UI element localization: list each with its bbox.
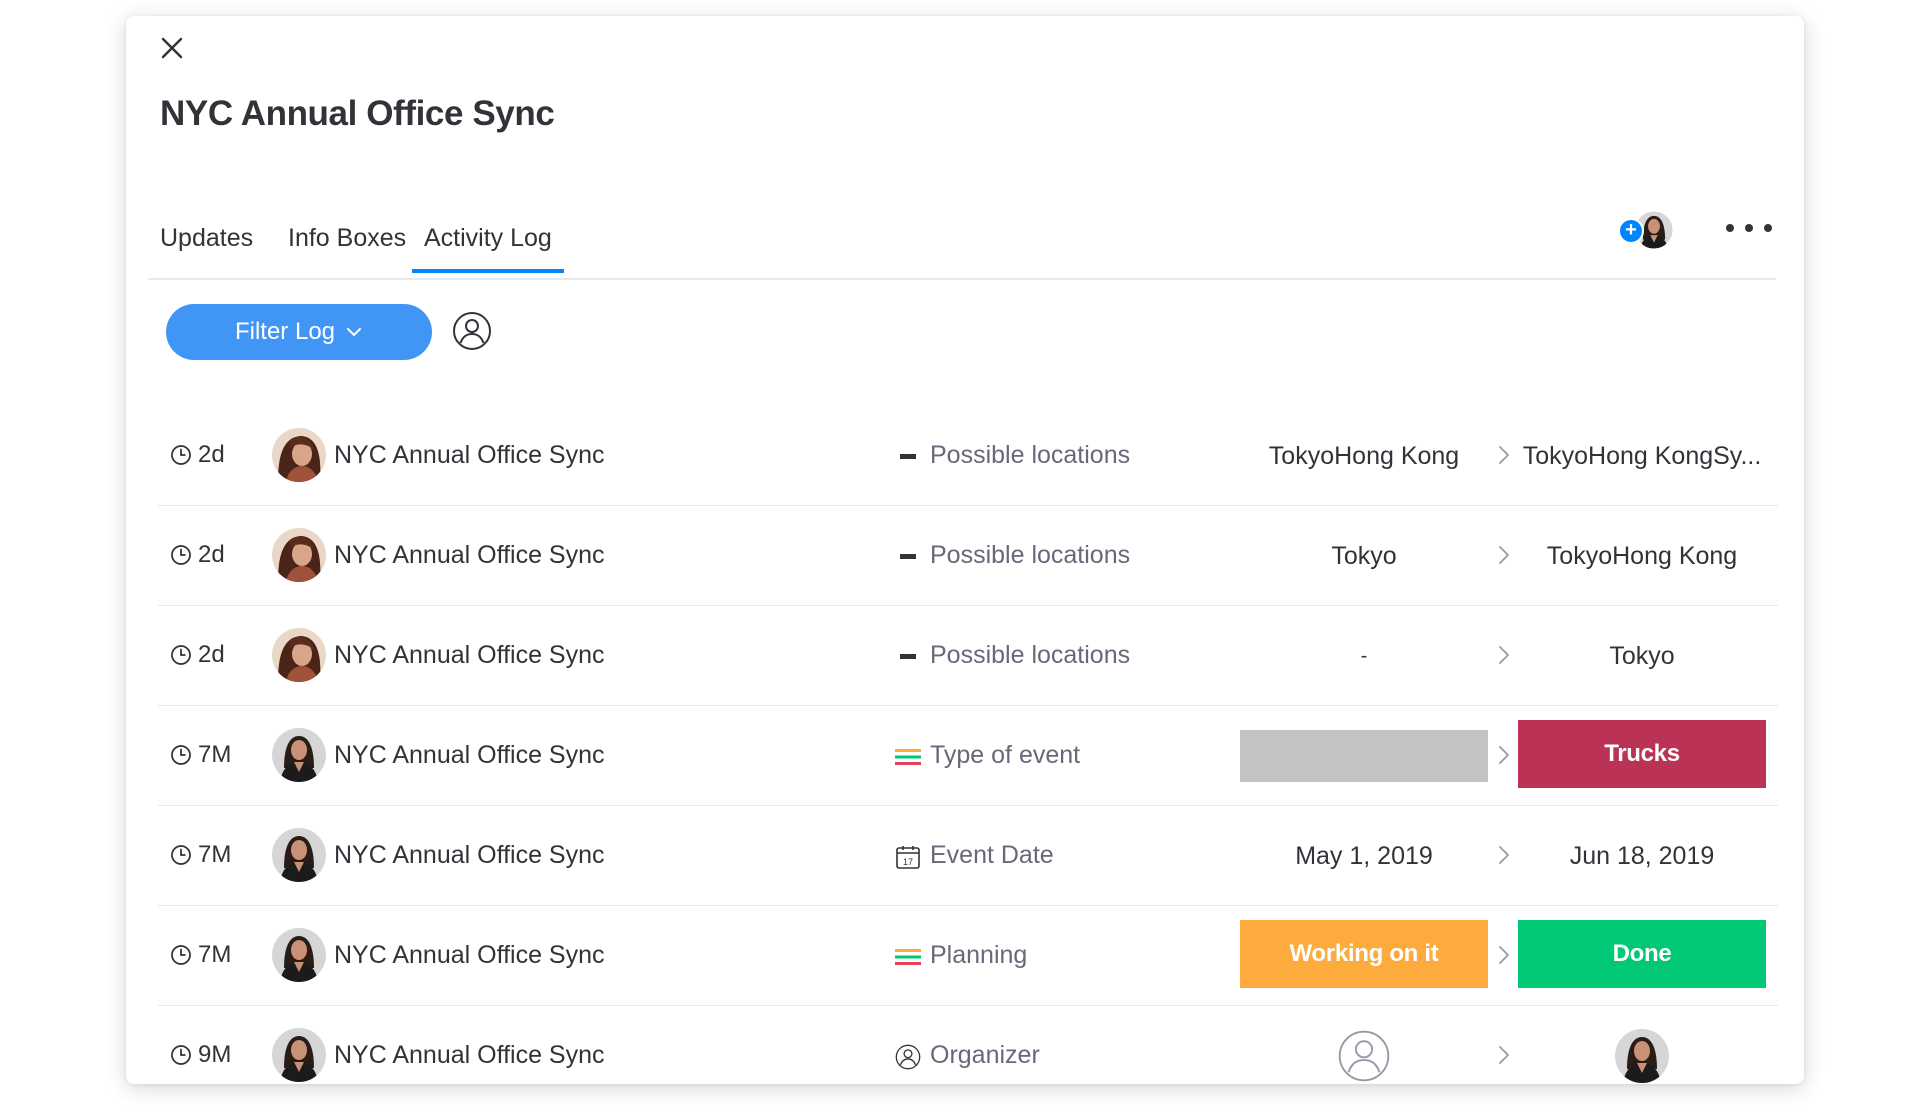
activity-row[interactable]: 7M NYC Annual Office Sync 17 Event Date …: [158, 806, 1778, 906]
old-value-empty-person: [1240, 1028, 1488, 1084]
tab-info-boxes[interactable]: Info Boxes: [276, 224, 418, 271]
activity-time: 7M: [170, 841, 231, 869]
avatar: [272, 428, 326, 482]
chevron-right-icon: [1494, 744, 1514, 766]
tab-updates[interactable]: Updates: [148, 224, 265, 271]
activity-row[interactable]: 7M NYC Annual Office Sync Planning Worki…: [158, 906, 1778, 1006]
clock-icon: [170, 844, 192, 866]
new-value: Tokyo: [1609, 641, 1675, 670]
avatar: [272, 1028, 326, 1082]
activity-row[interactable]: 2d NYC Annual Office Sync Possible locat…: [158, 506, 1778, 606]
old-value: -: [1360, 644, 1368, 667]
status-icon: [894, 943, 922, 971]
old-value: May 1, 2019: [1295, 841, 1433, 870]
activity-time: 2d: [170, 541, 225, 569]
text-icon: [894, 543, 922, 571]
avatar: [272, 728, 326, 782]
avatar: [272, 928, 326, 982]
old-value: Tokyo: [1331, 541, 1397, 570]
chevron-right-icon: [1494, 844, 1514, 866]
column-name: Possible locations: [930, 541, 1131, 569]
activity-row[interactable]: 7M NYC Annual Office Sync Type of event …: [158, 706, 1778, 806]
item-name[interactable]: NYC Annual Office Sync: [334, 441, 605, 470]
status-icon: [894, 743, 922, 771]
tab-activity-log[interactable]: Activity Log: [412, 224, 564, 273]
avatar: [272, 528, 326, 582]
clock-icon: [170, 544, 192, 566]
filter-log-label: Filter Log: [234, 318, 336, 345]
time-label: 2d: [198, 641, 225, 668]
time-label: 7M: [198, 841, 232, 868]
item-name[interactable]: NYC Annual Office Sync: [334, 841, 605, 870]
new-status-label: Done: [1518, 920, 1766, 988]
clock-icon: [170, 444, 192, 466]
activity-log-list: 2d NYC Annual Office Sync Possible locat…: [158, 406, 1778, 1105]
person-filter-icon[interactable]: [452, 311, 492, 351]
plus-icon: +: [1618, 218, 1644, 244]
chevron-right-icon: [1494, 1044, 1514, 1066]
activity-row[interactable]: 2d NYC Annual Office Sync Possible locat…: [158, 606, 1778, 706]
time-label: 7M: [198, 741, 232, 768]
subscribers-button[interactable]: +: [1618, 206, 1682, 254]
activity-time: 2d: [170, 441, 225, 469]
new-value: TokyoHong Kong: [1546, 541, 1738, 570]
tab-bar: Updates Info Boxes Activity Log: [148, 212, 1776, 280]
chevron-right-icon: [1494, 444, 1514, 466]
activity-time: 7M: [170, 941, 231, 969]
chevron-right-icon: [1494, 944, 1514, 966]
column-name: Possible locations: [930, 441, 1131, 469]
column-name: Planning: [930, 941, 1028, 969]
old-status-empty: [1240, 730, 1488, 782]
item-name[interactable]: NYC Annual Office Sync: [334, 741, 605, 770]
activity-row[interactable]: 9M NYC Annual Office Sync Organizer: [158, 1006, 1778, 1105]
item-name[interactable]: NYC Annual Office Sync: [334, 1041, 605, 1070]
column-name: Organizer: [930, 1041, 1040, 1069]
svg-text:17: 17: [903, 857, 913, 867]
time-label: 7M: [198, 941, 232, 968]
old-value: TokyoHong Kong: [1268, 441, 1460, 470]
new-value-person: [1518, 1028, 1766, 1084]
avatar: [1615, 1029, 1669, 1083]
activity-row[interactable]: 2d NYC Annual Office Sync Possible locat…: [158, 406, 1778, 506]
old-status-label: Working on it: [1240, 920, 1488, 988]
activity-time: 7M: [170, 741, 231, 769]
clock-icon: [170, 944, 192, 966]
column-name: Event Date: [930, 841, 1054, 869]
new-status-label: Trucks: [1518, 720, 1766, 788]
item-name[interactable]: NYC Annual Office Sync: [334, 541, 605, 570]
avatar: [272, 628, 326, 682]
item-name[interactable]: NYC Annual Office Sync: [334, 941, 605, 970]
chevron-right-icon: [1494, 644, 1514, 666]
chevron-right-icon: [1494, 544, 1514, 566]
chevron-down-icon: [347, 328, 362, 337]
text-icon: [894, 443, 922, 471]
empty-person-icon: [1338, 1030, 1390, 1082]
new-value: TokyoHong KongSy...: [1522, 441, 1762, 470]
avatar: [272, 828, 326, 882]
filter-log-button[interactable]: Filter Log: [166, 304, 432, 360]
time-label: 9M: [198, 1041, 232, 1068]
item-name[interactable]: NYC Annual Office Sync: [334, 641, 605, 670]
clock-icon: [170, 1044, 192, 1066]
clock-icon: [170, 644, 192, 666]
more-options-icon[interactable]: [1726, 216, 1772, 240]
item-title: NYC Annual Office Sync: [160, 94, 555, 133]
time-label: 2d: [198, 541, 225, 568]
new-value: Jun 18, 2019: [1569, 841, 1715, 870]
close-icon[interactable]: [156, 32, 188, 64]
time-label: 2d: [198, 441, 225, 468]
clock-icon: [170, 744, 192, 766]
person-icon: [894, 1043, 922, 1071]
column-name: Possible locations: [930, 641, 1131, 669]
activity-time: 2d: [170, 641, 225, 669]
column-name: Type of event: [930, 741, 1081, 769]
activity-time: 9M: [170, 1041, 231, 1069]
text-icon: [894, 643, 922, 671]
item-panel: NYC Annual Office Sync Updates Info Boxe…: [126, 16, 1804, 1084]
calendar-icon: 17: [894, 843, 922, 871]
